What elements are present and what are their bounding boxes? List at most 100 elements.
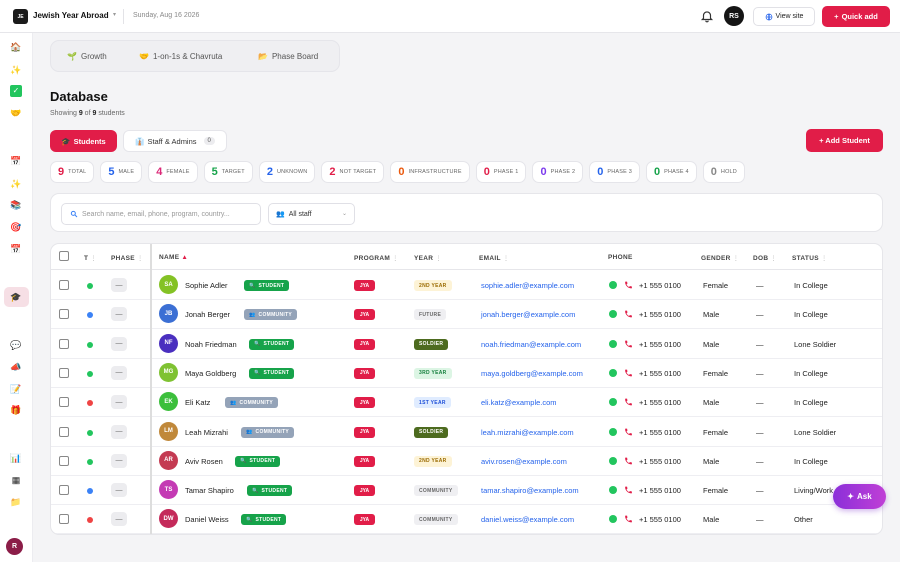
whatsapp-icon[interactable] bbox=[609, 456, 617, 465]
stat-chip[interactable]: 2 UNKNOWN bbox=[258, 161, 316, 183]
phone-icon[interactable] bbox=[624, 456, 633, 466]
whatsapp-icon[interactable] bbox=[609, 339, 617, 348]
student-name[interactable]: Eli Katz bbox=[185, 398, 210, 407]
home-icon[interactable]: 🏠 bbox=[10, 41, 22, 53]
phone-icon[interactable] bbox=[624, 485, 633, 495]
row-checkbox[interactable] bbox=[59, 514, 69, 525]
view-site-button[interactable]: View site bbox=[753, 7, 815, 26]
student-name[interactable]: Leah Mizrahi bbox=[185, 428, 228, 437]
table-row[interactable]: — MG Maya Goldberg 🔍 STUDENT JYA 3RD YEAR maya.… bbox=[51, 359, 882, 388]
table-row[interactable]: — DW Daniel Weiss 🔍 STUDENT JYA COMMUNITY danie… bbox=[51, 505, 882, 534]
stat-chip[interactable]: 0 PHASE 2 bbox=[532, 161, 584, 183]
col-header-email[interactable]: EMAIL ⋮ bbox=[479, 254, 510, 262]
email-link[interactable]: jonah.berger@example.com bbox=[481, 310, 575, 319]
whatsapp-icon[interactable] bbox=[609, 515, 617, 524]
table-row[interactable]: — LM Leah Mizrahi 👥 COMMUNITY JYA SOLDIER leah.… bbox=[51, 418, 882, 447]
stat-chip[interactable]: 5 TARGET bbox=[203, 161, 253, 183]
col-header-year[interactable]: YEAR ⋮ bbox=[414, 254, 442, 262]
row-checkbox[interactable] bbox=[59, 426, 69, 437]
col-header-dob[interactable]: DOB ⋮ bbox=[753, 254, 777, 262]
row-checkbox[interactable] bbox=[59, 455, 69, 466]
stat-chip[interactable]: 5 MALE bbox=[100, 161, 143, 183]
row-checkbox[interactable] bbox=[59, 367, 69, 378]
quick-add-button[interactable]: + Quick add bbox=[822, 6, 890, 27]
student-name[interactable]: Noah Friedman bbox=[185, 340, 237, 349]
table-row[interactable]: — NF Noah Friedman 🔍 STUDENT JYA SOLDIER noah.f… bbox=[51, 330, 882, 359]
stat-chip[interactable]: 4 FEMALE bbox=[148, 161, 198, 183]
staff-select[interactable]: 👥 All staff ⌄ bbox=[268, 203, 355, 225]
user-avatar[interactable]: RS bbox=[724, 6, 744, 26]
phone-icon[interactable] bbox=[624, 280, 633, 290]
whatsapp-icon[interactable] bbox=[609, 486, 617, 495]
email-link[interactable]: daniel.weiss@example.com bbox=[481, 515, 574, 524]
phase-pill[interactable]: — bbox=[111, 453, 127, 468]
phone-icon[interactable] bbox=[624, 339, 633, 349]
table-row[interactable]: — AR Aviv Rosen 🔍 STUDENT JYA 2ND YEAR aviv.ros… bbox=[51, 447, 882, 476]
stat-chip[interactable]: 0 INFRASTRUCTURE bbox=[390, 161, 470, 183]
calendar-icon[interactable]: 📅 bbox=[10, 155, 22, 167]
grid-icon[interactable]: ▦ bbox=[10, 474, 22, 486]
whatsapp-icon[interactable] bbox=[609, 310, 617, 319]
row-checkbox[interactable] bbox=[59, 397, 69, 408]
sidebar-user-avatar[interactable]: R bbox=[6, 538, 23, 555]
megaphone-icon[interactable]: 📣 bbox=[10, 361, 22, 373]
books-icon[interactable]: 📚 bbox=[10, 199, 22, 211]
phase-pill[interactable]: — bbox=[111, 483, 127, 498]
col-header-status[interactable]: STATUS ⋮ bbox=[792, 254, 828, 262]
phone-icon[interactable] bbox=[624, 309, 633, 319]
whatsapp-icon[interactable] bbox=[609, 398, 617, 407]
phone-number[interactable]: +1 555 0100 bbox=[639, 515, 681, 524]
gift-icon[interactable]: 🎁 bbox=[10, 404, 22, 416]
phone-icon[interactable] bbox=[624, 427, 633, 437]
phone-number[interactable]: +1 555 0100 bbox=[639, 310, 681, 319]
student-name[interactable]: Maya Goldberg bbox=[185, 369, 236, 378]
stat-chip[interactable]: 0 PHASE 4 bbox=[646, 161, 697, 183]
phase-pill[interactable]: — bbox=[111, 307, 127, 322]
phone-number[interactable]: +1 555 0100 bbox=[639, 398, 681, 407]
check-icon[interactable]: ✓ bbox=[10, 85, 22, 97]
phone-icon[interactable] bbox=[624, 514, 633, 524]
whatsapp-icon[interactable] bbox=[609, 427, 617, 436]
row-checkbox[interactable] bbox=[59, 280, 69, 290]
email-link[interactable]: leah.mizrahi@example.com bbox=[481, 428, 574, 437]
student-name[interactable]: Daniel Weiss bbox=[185, 515, 229, 524]
email-link[interactable]: maya.goldberg@example.com bbox=[481, 369, 583, 378]
sparkle-icon[interactable]: ✨ bbox=[10, 64, 22, 76]
phase-pill[interactable]: — bbox=[111, 512, 127, 527]
stat-chip[interactable]: 9 TOTAL bbox=[50, 161, 95, 183]
tab-phase-board[interactable]: 📂 Phase Board bbox=[258, 52, 318, 61]
table-row[interactable]: — SA Sophie Adler 🔍 STUDENT JYA 2ND YEAR sophie… bbox=[51, 271, 882, 300]
stat-chip[interactable]: 0 PHASE 1 bbox=[475, 161, 527, 183]
row-checkbox[interactable] bbox=[59, 485, 69, 496]
table-row[interactable]: — TS Tamar Shapiro 🔍 STUDENT JYA COMMUNITY tama… bbox=[51, 476, 882, 506]
tab-staff-admins[interactable]: 👔 Staff & Admins 0 bbox=[123, 130, 227, 152]
tab-students[interactable]: 🎓 Students bbox=[50, 130, 117, 152]
stat-chip[interactable]: 0 HOLD bbox=[702, 161, 745, 183]
whatsapp-icon[interactable] bbox=[609, 281, 617, 289]
col-header-t[interactable]: T ⋮ bbox=[84, 254, 97, 262]
student-name[interactable]: Tamar Shapiro bbox=[185, 486, 234, 495]
tab-growth[interactable]: 🌱 Growth bbox=[67, 52, 107, 61]
phone-number[interactable]: +1 555 0100 bbox=[639, 428, 681, 437]
folder-icon[interactable]: 📁 bbox=[10, 496, 22, 508]
col-header-phase[interactable]: PHASE ⋮ bbox=[111, 254, 144, 262]
student-name[interactable]: Aviv Rosen bbox=[185, 457, 223, 466]
app-title[interactable]: Jewish Year Abroad bbox=[33, 11, 109, 20]
row-checkbox[interactable] bbox=[59, 338, 69, 349]
search-input[interactable]: Search name, email, phone, program, coun… bbox=[61, 203, 261, 225]
phone-icon[interactable] bbox=[624, 397, 633, 407]
select-all-checkbox[interactable] bbox=[59, 251, 69, 261]
document-icon[interactable]: 📝 bbox=[10, 383, 22, 395]
email-link[interactable]: tamar.shapiro@example.com bbox=[481, 486, 579, 495]
bell-icon[interactable] bbox=[700, 9, 714, 23]
email-link[interactable]: eli.katz@example.com bbox=[481, 398, 557, 407]
handshake-icon[interactable]: 🤝 bbox=[10, 107, 22, 119]
phase-pill[interactable]: — bbox=[111, 336, 127, 351]
chevron-down-icon[interactable]: ▾ bbox=[113, 11, 116, 18]
calendar-icon[interactable]: 📅 bbox=[10, 243, 22, 255]
chat-icon[interactable]: 💬 bbox=[10, 339, 22, 351]
phase-pill[interactable]: — bbox=[111, 278, 127, 292]
table-row[interactable]: — JB Jonah Berger 👥 COMMUNITY JYA FUTURE jonah.… bbox=[51, 300, 882, 330]
phase-pill[interactable]: — bbox=[111, 365, 127, 380]
sparkle-icon[interactable]: ✨ bbox=[10, 178, 22, 190]
